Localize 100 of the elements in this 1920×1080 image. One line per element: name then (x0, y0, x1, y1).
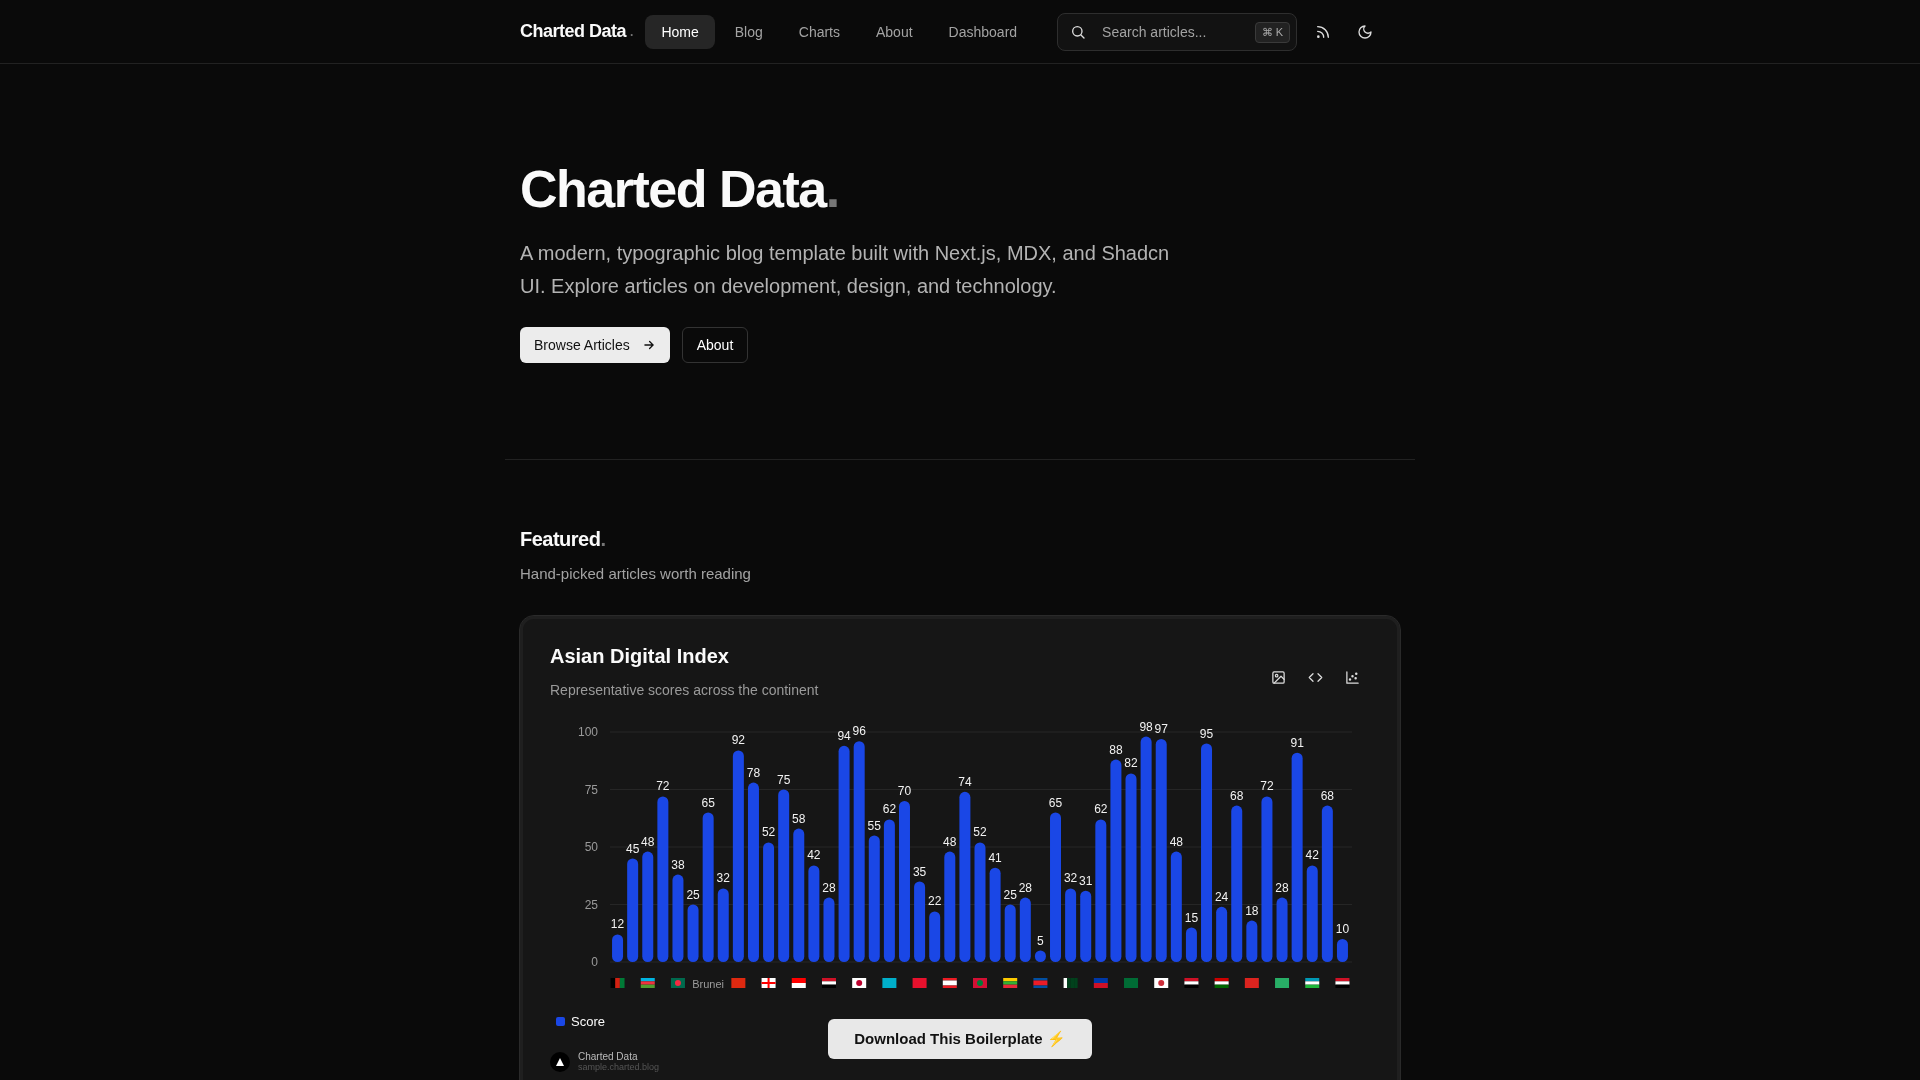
nav-link[interactable]: Blog (718, 14, 779, 49)
value-label: 31 (1079, 873, 1093, 888)
value-label: 28 (1275, 880, 1289, 895)
logo-dot: . (630, 25, 634, 39)
value-label: 62 (1094, 802, 1108, 817)
nav-link[interactable]: Dashboard (932, 14, 1034, 49)
value-label: 25 (1003, 887, 1017, 902)
flag-icon (1093, 978, 1108, 988)
flag-icon (1275, 978, 1290, 988)
value-label: 48 (943, 834, 957, 849)
code-icon (1308, 670, 1323, 685)
bar (1246, 920, 1258, 962)
value-label: 32 (716, 871, 730, 886)
value-label: 96 (852, 724, 866, 739)
value-label: 10 (1335, 922, 1350, 936)
value-label: 94 (837, 728, 851, 743)
bar (1080, 890, 1092, 962)
bar (1019, 897, 1031, 962)
flag-icon (1003, 978, 1018, 988)
axis-label: 100 (577, 725, 598, 739)
flag-icon (670, 978, 685, 988)
search-icon (1070, 23, 1087, 40)
flag-icon (942, 978, 957, 988)
flag-icon (610, 978, 625, 988)
flag-icon (1063, 978, 1078, 988)
title-dot: . (600, 528, 606, 551)
value-label: 68 (1230, 788, 1244, 803)
flag-icon (791, 978, 806, 988)
value-label: 15 (1184, 910, 1199, 925)
scatter-chart-icon (1345, 670, 1360, 685)
axis-label: 50 (584, 840, 598, 854)
value-label: 28 (1018, 880, 1032, 895)
flag-icon (882, 978, 897, 988)
chart-title: Asian Digital Index (550, 645, 730, 668)
flag-icon (1335, 978, 1350, 988)
bar (823, 897, 835, 962)
value-label: 74 (958, 774, 972, 789)
value-label: 70 (897, 784, 912, 798)
hero-title: Charted Data (520, 159, 826, 219)
axis-label: 75 (584, 782, 598, 797)
flag-icon (973, 978, 987, 988)
bar (612, 934, 624, 962)
flag-icon (1244, 978, 1259, 988)
value-label: 22 (928, 894, 942, 909)
site-logo[interactable]: Charted Data (520, 21, 627, 42)
flag-icon (1184, 978, 1199, 988)
nav-link[interactable]: Home (645, 14, 715, 49)
rss-icon (1315, 23, 1332, 40)
image-icon (1271, 670, 1286, 685)
value-label: 75 (777, 772, 791, 787)
bar (1185, 927, 1197, 962)
value-label: 62 (882, 802, 897, 817)
section-subtitle: Hand-picked articles worth reading (520, 565, 752, 582)
browse-button[interactable]: Browse Articles (520, 327, 670, 363)
value-label: 24 (1214, 889, 1229, 904)
bar (1216, 906, 1228, 962)
legend-label: Score (571, 1014, 605, 1029)
value-label: 92 (731, 733, 746, 748)
value-label: 42 (1305, 848, 1319, 863)
flag-icon (912, 978, 927, 988)
value-label: 72 (656, 779, 670, 794)
flag-icon (1124, 978, 1138, 988)
value-label: 98 (1139, 719, 1153, 734)
nav-link[interactable]: Charts (782, 14, 856, 49)
value-label: 95 (1199, 726, 1214, 741)
value-label: 52 (761, 825, 776, 840)
value-label: 42 (807, 848, 821, 863)
site-url: sample.charted.blog (578, 1062, 660, 1072)
axis-label: 0 (591, 955, 598, 969)
value-label: 72 (1260, 779, 1274, 794)
bar (1336, 939, 1348, 962)
axis-label: 25 (584, 897, 598, 912)
flag-icon (731, 978, 746, 988)
value-label: 97 (1154, 721, 1168, 736)
value-label: 48 (1169, 834, 1183, 849)
flag-icon (1033, 978, 1048, 988)
value-label: 58 (792, 811, 806, 826)
bar (687, 904, 699, 962)
bar (1034, 950, 1046, 962)
section-title: Featured (520, 528, 601, 551)
bar (1004, 904, 1016, 962)
value-label: 48 (641, 834, 655, 849)
axis-label: Brunei (692, 978, 725, 990)
hero-description: A modern, typographic blog template built with Next.js, MDX, and Shadcn UI. Explore articles on development, design, and technology. (520, 241, 1171, 299)
download-button[interactable]: Download This Boilerplate ⚡ (828, 1019, 1092, 1059)
moon-icon (1357, 23, 1374, 40)
value-label: 55 (867, 818, 881, 833)
value-label: 65 (1048, 795, 1063, 810)
bar (929, 911, 941, 962)
value-label: 45 (625, 841, 640, 856)
value-label: 41 (988, 850, 1002, 865)
nav-link[interactable]: About (860, 14, 929, 49)
flag-icon (822, 978, 836, 988)
value-label: 35 (912, 864, 927, 879)
flag-icon (640, 978, 655, 988)
value-label: 68 (1320, 788, 1335, 803)
bar (1276, 897, 1288, 962)
chart-subtitle: Representative scores across the continent (550, 682, 819, 698)
value-label: 12 (610, 917, 625, 932)
about-button[interactable]: About (681, 327, 749, 363)
